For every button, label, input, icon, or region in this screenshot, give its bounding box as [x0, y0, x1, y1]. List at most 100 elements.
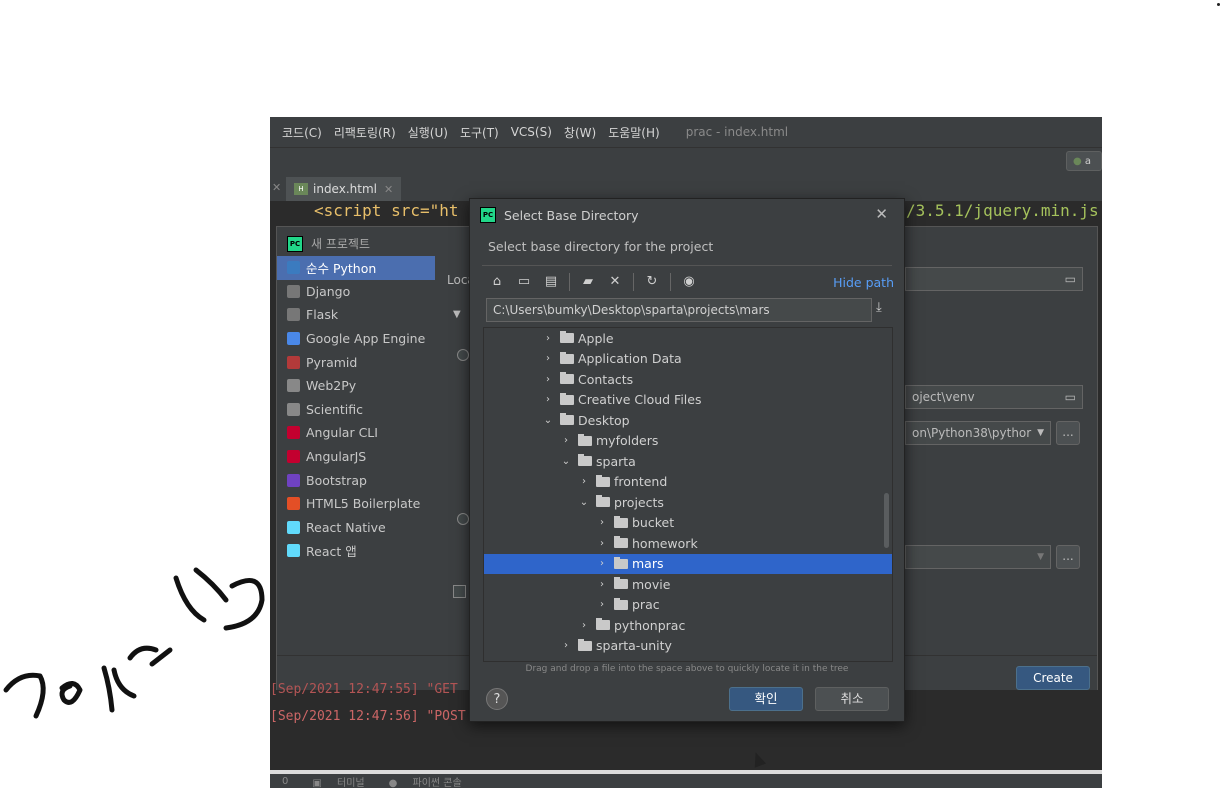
menu-run[interactable]: 실행(U) — [408, 124, 448, 141]
project-type-item[interactable]: Bootstrap — [277, 468, 435, 492]
chevron-right-icon[interactable]: › — [578, 476, 590, 487]
folder-icon — [614, 536, 628, 549]
menu-refactor[interactable]: 리팩토링(R) — [334, 124, 396, 141]
toolbar: ● a — [270, 147, 1102, 176]
refresh-icon[interactable]: ↻ — [643, 273, 661, 291]
close-icon[interactable]: ✕ — [272, 181, 281, 194]
project-type-item[interactable]: Google App Engine — [277, 327, 435, 351]
chevron-right-icon[interactable]: › — [596, 538, 608, 549]
tab-close-icon[interactable]: ✕ — [384, 183, 393, 196]
tree-scrollbar[interactable] — [884, 493, 889, 548]
collapse-arrow-icon[interactable]: ▼ — [453, 309, 461, 320]
hide-path-link[interactable]: Hide path — [833, 275, 894, 290]
project-type-item[interactable]: React 앱 — [277, 539, 435, 563]
ok-button[interactable]: 확인 — [729, 687, 803, 711]
tree-row[interactable]: ⌄ projects — [484, 492, 892, 513]
project-type-item[interactable]: Django — [277, 280, 435, 304]
chevron-right-icon[interactable]: › — [542, 374, 554, 385]
existing-interpreter-select[interactable]: ▼ — [905, 545, 1051, 569]
project-type-item[interactable]: Flask — [277, 303, 435, 327]
tree-row[interactable]: › Application Data — [484, 349, 892, 370]
tab-label: index.html — [313, 182, 377, 196]
chevron-down-icon[interactable]: ⌄ — [578, 497, 590, 508]
pycharm-logo-icon: PC — [480, 207, 496, 223]
tree-row[interactable]: › sparta-unity — [484, 636, 892, 657]
folder-icon — [578, 454, 592, 467]
new-folder-icon[interactable]: ▰ — [579, 273, 597, 291]
location-field[interactable]: ▭ — [905, 267, 1083, 291]
welcome-script-checkbox[interactable] — [453, 585, 466, 598]
stray-dot — [1217, 3, 1220, 6]
tree-row[interactable]: › homework — [484, 533, 892, 554]
menu-tools[interactable]: 도구(T) — [460, 124, 499, 141]
base-interpreter-select[interactable]: on\Python38\pythor ▼ — [905, 421, 1051, 445]
tree-row[interactable]: › prac — [484, 595, 892, 616]
tree-row[interactable]: › Creative Cloud Files — [484, 390, 892, 411]
tree-row-label: Creative Cloud Files — [578, 392, 702, 408]
chevron-right-icon[interactable]: › — [560, 640, 572, 651]
show-hidden-icon[interactable]: ◉ — [680, 273, 698, 291]
tree-row[interactable]: › mars — [484, 553, 892, 574]
drag-drop-hint: Drag and drop a file into the space abov… — [525, 664, 849, 674]
project-type-item[interactable]: React Native — [277, 516, 435, 540]
tree-row[interactable]: › pythonprac — [484, 615, 892, 636]
folder-open-icon[interactable]: ▭ — [1065, 386, 1076, 408]
chevron-right-icon[interactable]: › — [596, 517, 608, 528]
chevron-right-icon[interactable]: › — [542, 353, 554, 364]
home-icon[interactable]: ⌂ — [488, 273, 506, 291]
browse-interpreter-button[interactable]: ... — [1056, 421, 1080, 445]
venv-location-field[interactable]: oject\venv ▭ — [905, 385, 1083, 409]
tree-row[interactable]: › movie — [484, 574, 892, 595]
tab-index-html[interactable]: H index.html ✕ — [286, 177, 402, 201]
project-type-label: AngularJS — [306, 449, 367, 465]
project-folder-icon[interactable]: ▤ — [542, 273, 560, 291]
delete-icon[interactable]: ✕ — [606, 273, 624, 291]
path-input[interactable]: C:\Users\bumky\Desktop\sparta\projects\m… — [486, 298, 872, 322]
chevron-right-icon[interactable]: › — [596, 579, 608, 590]
project-type-item[interactable]: Web2Py — [277, 374, 435, 398]
tree-row[interactable]: ⌄ Desktop — [484, 410, 892, 431]
help-button[interactable]: ? — [486, 688, 508, 710]
menu-help[interactable]: 도움말(H) — [608, 124, 660, 141]
tool-window-number[interactable]: 0 — [282, 776, 288, 787]
project-type-item[interactable]: 순수 Python — [277, 256, 435, 280]
tree-row[interactable]: › Contacts — [484, 369, 892, 390]
project-type-label: 순수 Python — [306, 261, 377, 277]
project-type-item[interactable]: AngularJS — [277, 445, 435, 469]
folder-open-icon[interactable]: ▭ — [1065, 268, 1076, 290]
download-icon[interactable]: ⤓ — [876, 300, 882, 315]
terminal-tab[interactable]: ▣ 터미널 — [300, 774, 364, 789]
project-type-item[interactable]: Pyramid — [277, 350, 435, 374]
tree-row[interactable]: ⌄ sparta — [484, 451, 892, 472]
chevron-right-icon[interactable]: › — [542, 394, 554, 405]
project-type-item[interactable]: HTML5 Boilerplate — [277, 492, 435, 516]
project-type-label: Scientific — [306, 401, 364, 417]
chevron-right-icon[interactable]: › — [542, 333, 554, 344]
chevron-right-icon[interactable]: › — [560, 435, 572, 446]
browse-existing-button[interactable]: ... — [1056, 545, 1080, 569]
python-console-tab[interactable]: ● 파이썬 콘솔 — [377, 774, 462, 789]
menu-window[interactable]: 창(W) — [564, 124, 596, 141]
chevron-down-icon[interactable]: ⌄ — [560, 456, 572, 467]
run-config-button[interactable]: ● a — [1066, 151, 1102, 171]
project-type-item[interactable]: Angular CLI — [277, 421, 435, 445]
tree-row[interactable]: › bucket — [484, 513, 892, 534]
tree-row[interactable]: › myfolders — [484, 431, 892, 452]
existing-interpreter-radio[interactable] — [457, 513, 469, 525]
chevron-right-icon[interactable]: › — [578, 620, 590, 631]
tree-row[interactable]: › frontend — [484, 472, 892, 493]
desktop-icon[interactable]: ▭ — [515, 273, 533, 291]
tree-row-label: frontend — [614, 474, 668, 490]
menu-vcs[interactable]: VCS(S) — [511, 125, 552, 139]
close-icon[interactable]: ✕ — [875, 205, 888, 223]
project-type-label: React 앱 — [306, 544, 357, 560]
cancel-button[interactable]: 취소 — [815, 687, 889, 711]
create-button[interactable]: Create — [1016, 666, 1090, 690]
new-env-radio[interactable] — [457, 349, 469, 361]
menu-code[interactable]: 코드(C) — [282, 124, 322, 141]
chevron-right-icon[interactable]: › — [596, 599, 608, 610]
chevron-right-icon[interactable]: › — [596, 558, 608, 569]
project-type-item[interactable]: Scientific — [277, 398, 435, 422]
chevron-down-icon[interactable]: ⌄ — [542, 415, 554, 426]
tree-row[interactable]: › Apple — [484, 328, 892, 349]
